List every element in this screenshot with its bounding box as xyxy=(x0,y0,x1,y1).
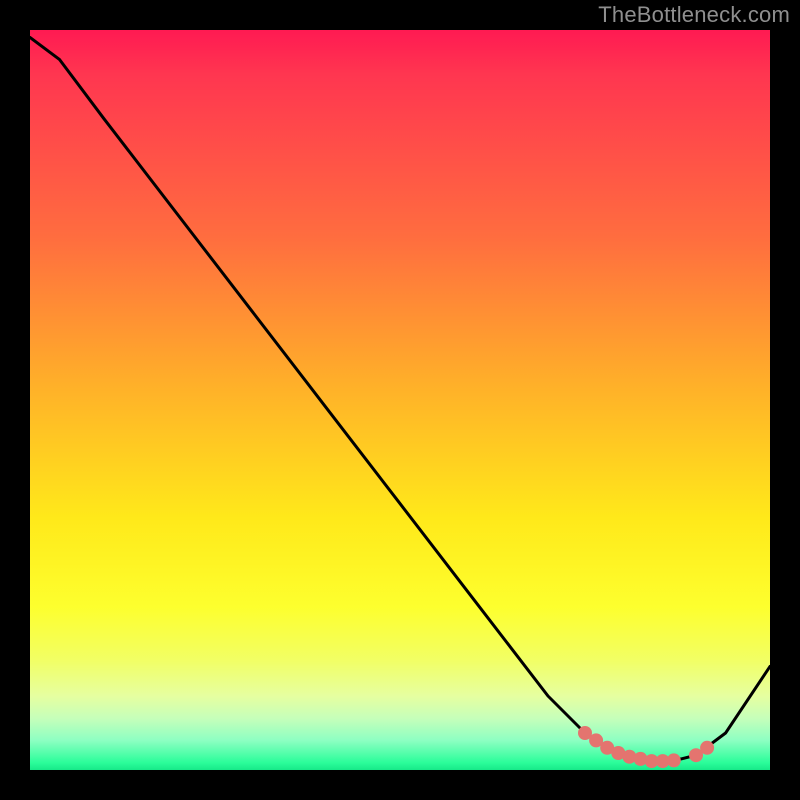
attribution-label: TheBottleneck.com xyxy=(598,2,790,28)
optimal-dot xyxy=(667,753,681,767)
optimal-dot xyxy=(700,741,714,755)
chart-frame: TheBottleneck.com xyxy=(0,0,800,800)
bottleneck-curve xyxy=(30,37,770,761)
optimal-range-dots xyxy=(578,726,714,768)
plot-area xyxy=(30,30,770,770)
curve-svg xyxy=(30,30,770,770)
